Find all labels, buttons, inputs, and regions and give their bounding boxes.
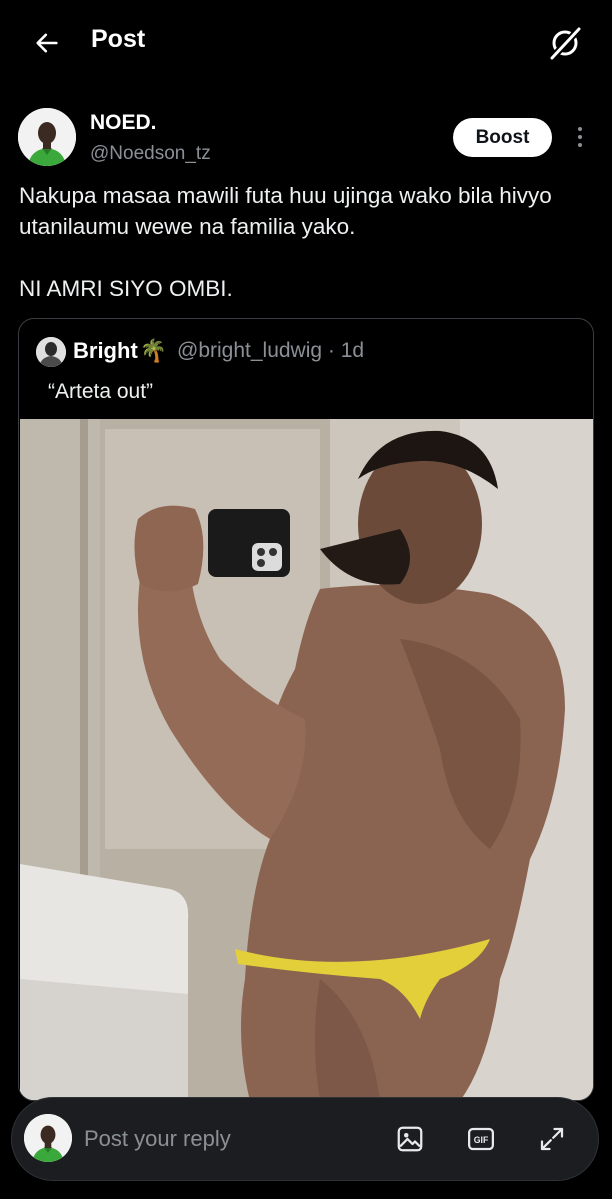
quoted-author-name: Bright 🌴	[73, 338, 167, 364]
more-options-button[interactable]	[572, 122, 588, 152]
author-avatar[interactable]	[18, 108, 76, 166]
top-bar: Post	[0, 0, 612, 84]
quoted-post-image[interactable]	[20, 419, 593, 1100]
page-title: Post	[91, 25, 146, 53]
quoted-post[interactable]: Bright 🌴 @bright_ludwig · 1d “Arteta out…	[18, 318, 594, 1101]
boost-button[interactable]: Boost	[453, 118, 552, 157]
photo	[20, 419, 593, 1100]
back-button[interactable]	[30, 26, 64, 60]
post-text-paragraph: Nakupa masaa mawili futa huu ujinga wako…	[19, 183, 559, 239]
image-button[interactable]	[393, 1122, 427, 1156]
more-dot	[578, 135, 582, 139]
avatar-image	[18, 108, 76, 166]
avatar-image	[36, 337, 66, 367]
reply-avatar	[24, 1114, 72, 1162]
grok-button[interactable]	[546, 24, 584, 62]
quoted-author-name-text: Bright	[73, 338, 138, 363]
quoted-author-avatar	[36, 337, 66, 367]
gif-button[interactable]: GIF	[464, 1122, 498, 1156]
quoted-post-text: “Arteta out”	[48, 380, 154, 403]
more-dot	[578, 143, 582, 147]
post-page: Post NOED. @Noedson_tz Boost Nakupa masa…	[0, 0, 612, 1199]
author-name[interactable]: NOED.	[90, 111, 157, 135]
image-icon	[397, 1126, 423, 1152]
post-text-paragraph: NI AMRI SIYO OMBI.	[19, 276, 233, 301]
gif-icon: GIF	[468, 1127, 494, 1151]
reply-input[interactable]	[84, 1120, 374, 1158]
expand-button[interactable]	[535, 1122, 569, 1156]
quoted-author-handle: @bright_ludwig · 1d	[177, 339, 365, 362]
arrow-left-icon	[36, 33, 58, 53]
author-handle[interactable]: @Noedson_tz	[90, 143, 211, 165]
more-dots-icon	[578, 127, 582, 131]
grok-icon	[550, 26, 582, 60]
svg-text:GIF: GIF	[474, 1135, 489, 1145]
post-body: Nakupa masaa mawili futa huu ujinga wako…	[19, 180, 599, 304]
avatar-image	[24, 1114, 72, 1162]
palm-tree-emoji: 🌴	[139, 338, 168, 363]
expand-icon	[540, 1127, 564, 1151]
reply-composer: GIF	[11, 1097, 599, 1181]
